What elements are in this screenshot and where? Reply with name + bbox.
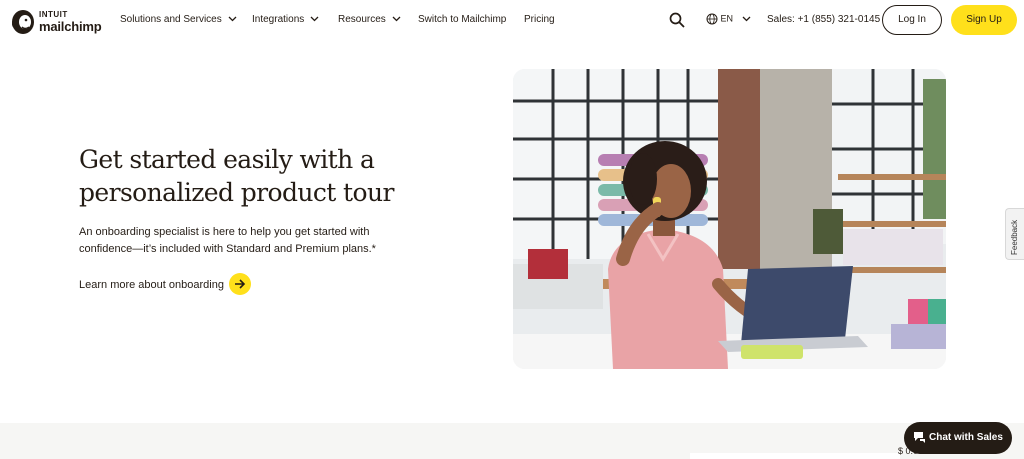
nav-solutions[interactable]: Solutions and Services	[120, 14, 237, 25]
brand-intuit: INTUIT	[39, 10, 68, 19]
login-button[interactable]: Log In	[882, 5, 942, 35]
chevron-down-icon	[392, 16, 401, 22]
learn-more-label: Learn more about onboarding	[79, 278, 224, 291]
feedback-tab[interactable]: Feedback	[1005, 208, 1024, 260]
freddie-logo-icon	[12, 10, 34, 34]
nav-solutions-label: Solutions and Services	[120, 14, 222, 25]
chevron-down-icon	[228, 16, 237, 22]
hero-subtext: An onboarding specialist is here to help…	[79, 224, 409, 258]
nav-pricing[interactable]: Pricing	[524, 14, 555, 25]
nav-integrations[interactable]: Integrations	[252, 14, 319, 25]
language-selector[interactable]: EN	[706, 13, 751, 25]
arrow-right-icon	[228, 273, 251, 295]
nav-switch[interactable]: Switch to Mailchimp	[418, 14, 506, 25]
hero-subtext-line1: An onboarding specialist is here to help…	[79, 226, 370, 238]
learn-more-link[interactable]: Learn more about onboarding	[79, 273, 251, 296]
language-label: EN	[720, 13, 734, 24]
chat-bubble-icon	[914, 432, 925, 443]
next-section-card	[690, 453, 900, 459]
nav-resources-label: Resources	[338, 14, 386, 25]
sales-phone[interactable]: Sales: +1 (855) 321-0145	[767, 14, 880, 25]
top-nav: INTUIT mailchimp Solutions and Services …	[0, 0, 1024, 42]
mailchimp-logo[interactable]: INTUIT mailchimp	[10, 7, 106, 35]
chevron-down-icon	[310, 16, 319, 22]
chat-label: Chat with Sales	[929, 432, 1003, 443]
search-icon[interactable]	[669, 12, 685, 28]
brand-mailchimp: mailchimp	[39, 19, 102, 34]
hero-headline-line1: Get started easily with a	[79, 145, 375, 174]
hero-subtext-line2: confidence—it’s included with Standard a…	[79, 243, 376, 255]
chevron-down-icon	[742, 16, 751, 22]
hero-headline-line2: personalized product tour	[79, 178, 394, 207]
globe-icon	[706, 13, 718, 25]
chat-with-sales-button[interactable]: Chat with Sales	[904, 422, 1012, 454]
signup-button[interactable]: Sign Up	[951, 5, 1017, 35]
hero-headline: Get started easily with a personalized p…	[79, 143, 459, 209]
nav-resources[interactable]: Resources	[338, 14, 401, 25]
feedback-label: Feedback	[1010, 219, 1019, 255]
nav-integrations-label: Integrations	[252, 14, 305, 25]
hero-photo	[513, 69, 946, 369]
